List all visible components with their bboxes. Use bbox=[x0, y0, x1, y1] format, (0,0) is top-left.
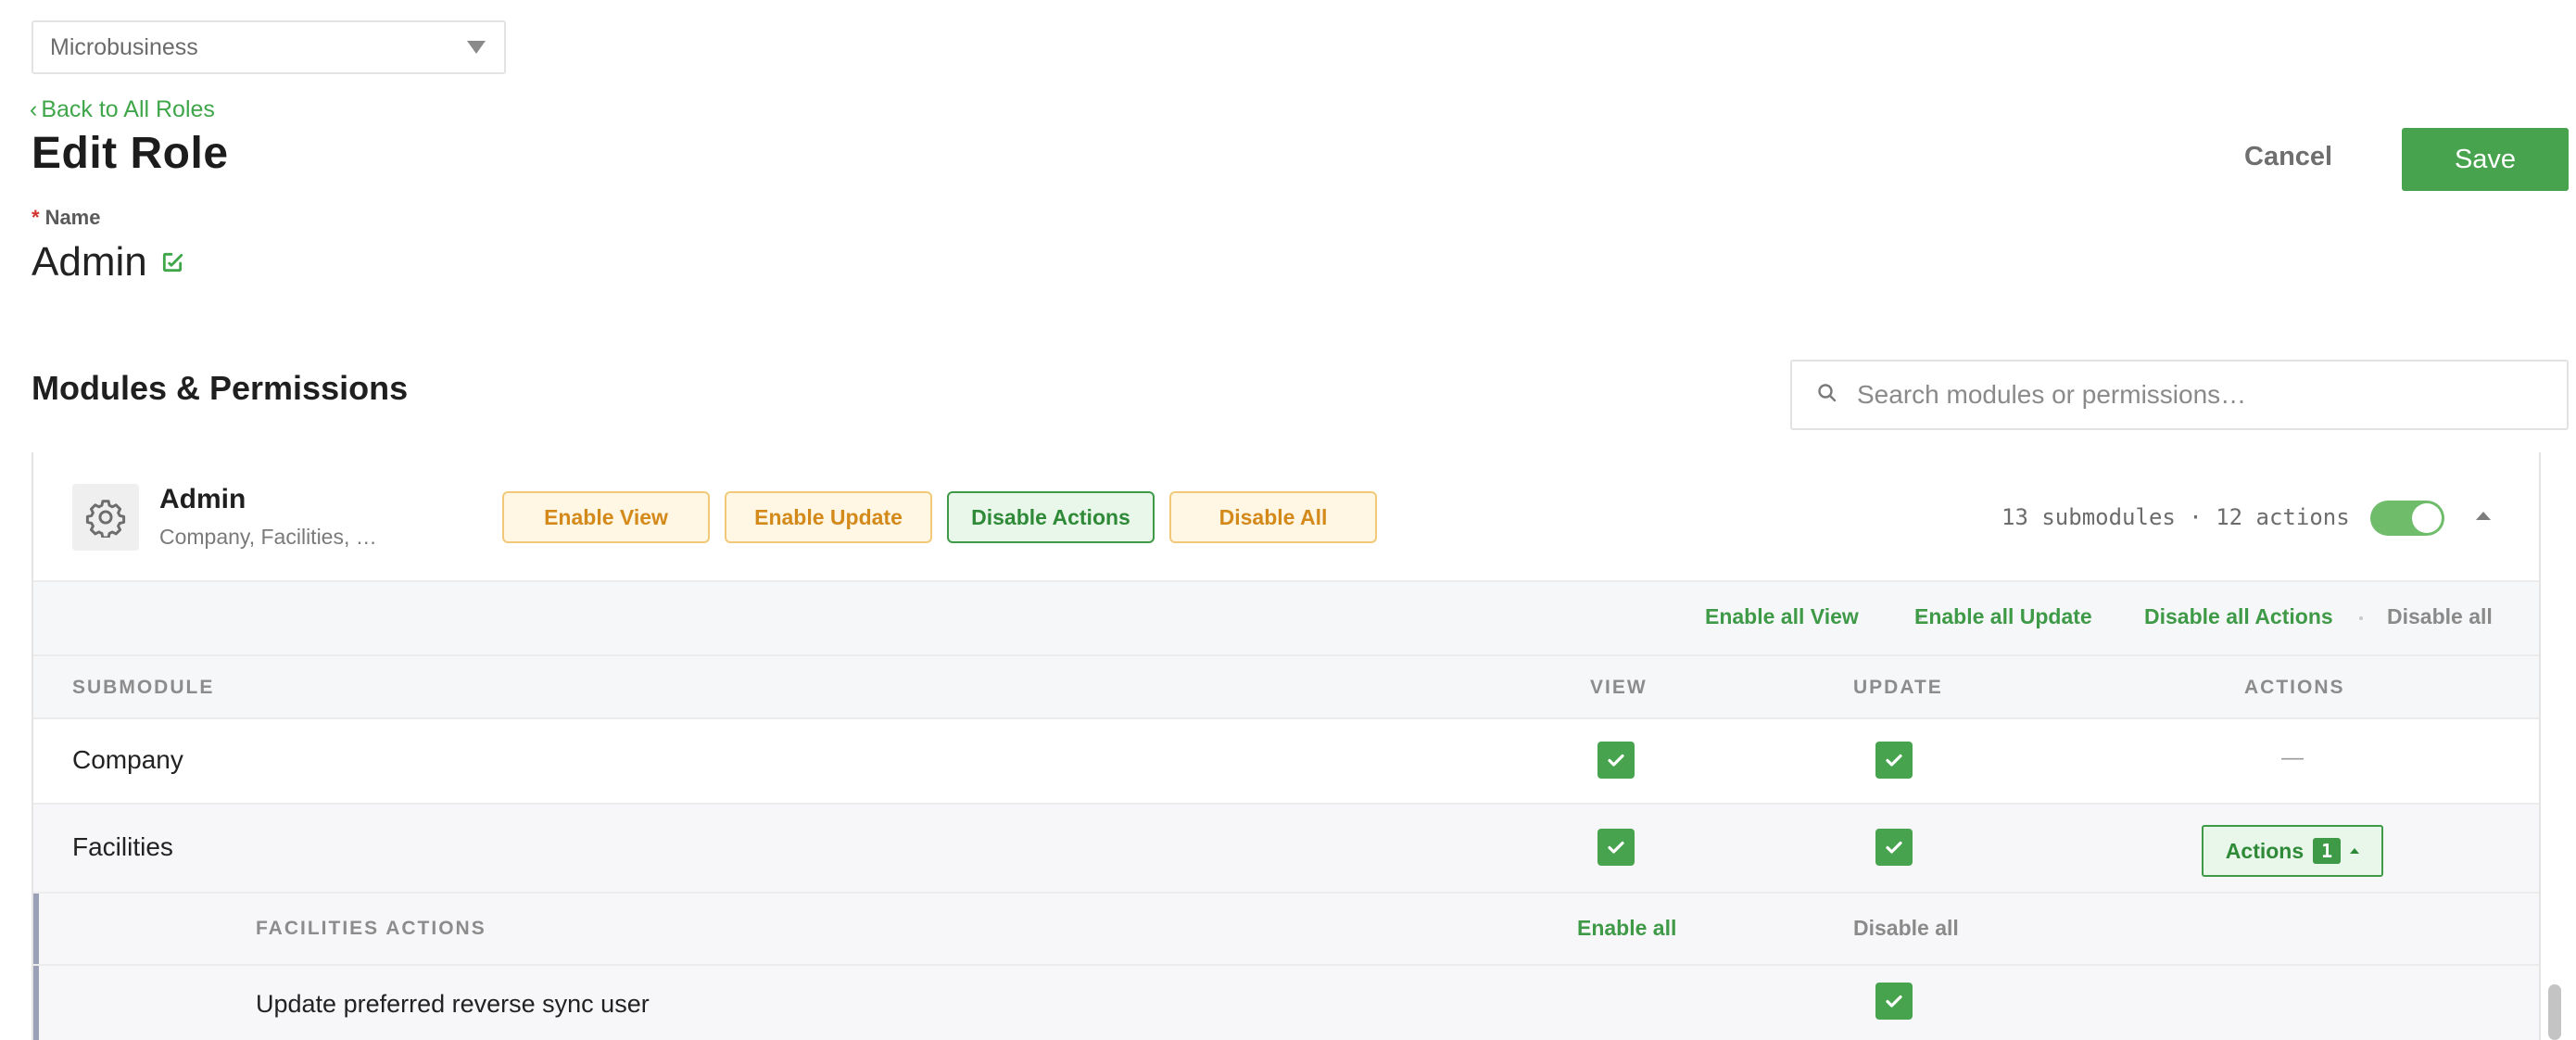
edit-icon[interactable] bbox=[160, 250, 184, 274]
column-view: VIEW bbox=[1590, 677, 1648, 698]
cancel-button[interactable]: Cancel bbox=[2244, 142, 2332, 172]
gear-icon bbox=[72, 484, 139, 551]
name-label-text: Name bbox=[44, 206, 101, 229]
save-button[interactable]: Save bbox=[2402, 128, 2569, 191]
module-header: Admin Company, Facilities, … Enable View… bbox=[33, 452, 2539, 582]
actions-count-badge: 1 bbox=[2313, 838, 2342, 864]
disable-all-button[interactable]: Disable All bbox=[1169, 491, 1377, 543]
nested-indicator-bar bbox=[33, 966, 39, 1040]
table-header: SUBMODULE VIEW UPDATE ACTIONS bbox=[33, 656, 2539, 719]
actions-dropdown-button[interactable]: Actions 1 bbox=[2202, 825, 2383, 877]
module-name: Admin bbox=[159, 484, 246, 514]
check-icon bbox=[1886, 995, 1902, 1008]
enable-update-button[interactable]: Enable Update bbox=[725, 491, 932, 543]
role-name: Admin bbox=[32, 239, 184, 285]
column-submodule: SUBMODULE bbox=[72, 677, 215, 698]
disable-all-actions-link[interactable]: Disable all Actions bbox=[2144, 604, 2333, 629]
actions-label: Actions bbox=[2225, 838, 2305, 863]
permissions-title: Modules & Permissions bbox=[32, 369, 409, 407]
check-icon bbox=[1608, 841, 1624, 854]
chevron-down-icon bbox=[467, 41, 486, 54]
back-to-roles-link[interactable]: ‹ Back to All Roles bbox=[30, 96, 215, 123]
column-update: UPDATE bbox=[1853, 677, 1943, 698]
name-field-label: * Name bbox=[32, 206, 100, 230]
page-title: Edit Role bbox=[32, 129, 229, 178]
role-name-value: Admin bbox=[32, 239, 147, 285]
enable-view-button[interactable]: Enable View bbox=[502, 491, 710, 543]
check-icon bbox=[1886, 841, 1902, 854]
facilities-action-checkbox[interactable] bbox=[1875, 983, 1913, 1020]
organization-select-value: Microbusiness bbox=[50, 33, 198, 60]
disable-all-link[interactable]: Disable all bbox=[2387, 604, 2493, 629]
search-input[interactable] bbox=[1855, 379, 2563, 411]
module-count: 13 submodules · 12 actions bbox=[2001, 504, 2350, 530]
facilities-actions-title: FACILITIES ACTIONS bbox=[256, 918, 486, 939]
module-card-admin: Admin Company, Facilities, … Enable View… bbox=[32, 452, 2541, 1040]
table-row: Facilities Actions 1 bbox=[33, 805, 2539, 894]
enable-all-view-link[interactable]: Enable all View bbox=[1705, 604, 1859, 629]
submodule-name: Company bbox=[72, 745, 183, 774]
view-checkbox[interactable] bbox=[1597, 742, 1635, 779]
table-row: Company — bbox=[33, 719, 2539, 805]
check-icon bbox=[1886, 754, 1902, 767]
enable-all-update-link[interactable]: Enable all Update bbox=[1914, 604, 2092, 629]
toggle-knob bbox=[2412, 503, 2442, 533]
separator-dot bbox=[2359, 616, 2363, 620]
submodule-name: Facilities bbox=[72, 832, 173, 861]
facilities-actions-header: FACILITIES ACTIONS Enable all Disable al… bbox=[33, 894, 2539, 966]
view-checkbox[interactable] bbox=[1597, 829, 1635, 866]
collapse-caret-icon[interactable] bbox=[2476, 512, 2491, 520]
update-checkbox[interactable] bbox=[1875, 829, 1913, 866]
update-checkbox[interactable] bbox=[1875, 742, 1913, 779]
back-link-label: Back to All Roles bbox=[41, 96, 215, 122]
search-icon bbox=[1816, 382, 1838, 409]
facilities-action-row: Update preferred reverse sync user bbox=[33, 966, 2539, 1040]
no-actions-dash: — bbox=[2281, 745, 2304, 770]
facilities-enable-all-link[interactable]: Enable all bbox=[1577, 916, 1676, 941]
permissions-search[interactable] bbox=[1790, 360, 2569, 430]
bulk-actions-bar: Enable all View Enable all Update Disabl… bbox=[33, 582, 2539, 656]
check-icon bbox=[1608, 754, 1624, 767]
nested-indicator-bar bbox=[33, 894, 39, 964]
column-actions: ACTIONS bbox=[2244, 677, 2345, 698]
organization-select[interactable]: Microbusiness bbox=[32, 20, 506, 74]
facilities-action-name: Update preferred reverse sync user bbox=[256, 990, 650, 1018]
required-mark: * bbox=[32, 206, 40, 229]
facilities-disable-all-link[interactable]: Disable all bbox=[1853, 916, 1959, 941]
scrollbar-thumb[interactable] bbox=[2548, 984, 2561, 1040]
module-enabled-toggle[interactable] bbox=[2370, 501, 2444, 536]
chevron-up-icon bbox=[2350, 848, 2360, 854]
module-submodules-preview: Company, Facilities, … bbox=[159, 525, 377, 549]
disable-actions-button[interactable]: Disable Actions bbox=[947, 491, 1155, 543]
chevron-left-icon: ‹ bbox=[30, 96, 38, 122]
